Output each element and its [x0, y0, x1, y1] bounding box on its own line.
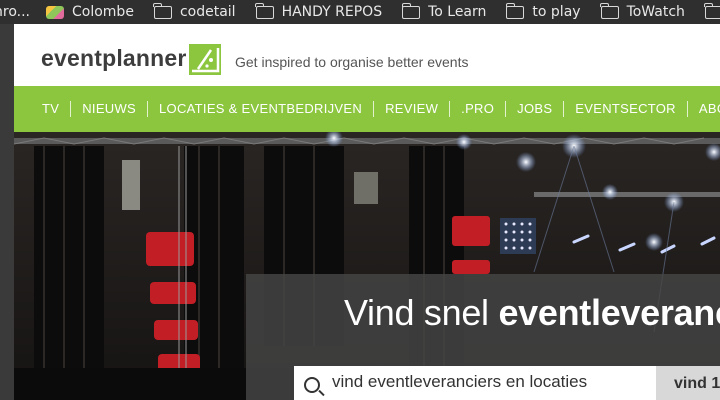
- bookmark-handy-repos[interactable]: HANDY REPOS: [255, 2, 383, 20]
- bookmark-0[interactable]: hro...: [0, 4, 30, 20]
- search-input[interactable]: [332, 372, 652, 392]
- search-box[interactable]: [294, 366, 656, 400]
- nav-eventsector[interactable]: EVENTSECTOR: [563, 101, 687, 117]
- search-panel: Vind snel eventleverancier vind 10: [246, 274, 720, 400]
- bookmark-colombe[interactable]: Colombe: [46, 4, 134, 20]
- bookmark-label: HANDY REPOS: [281, 4, 383, 20]
- search-icon: [304, 377, 320, 393]
- bookmark-se[interactable]: Se: [704, 2, 720, 20]
- tagline: Get inspired to organise better events: [235, 54, 469, 70]
- nav-nieuws[interactable]: NIEUWS: [70, 101, 147, 117]
- nav-pro[interactable]: .PRO: [449, 101, 505, 117]
- folder-icon: [401, 2, 421, 19]
- nav-abonnee[interactable]: ABONNEE: [686, 101, 720, 117]
- folder-icon: [255, 2, 274, 19]
- headline-regular: Vind snel: [344, 292, 499, 333]
- bookmarks-bar: hro... Colombe codetail HANDY REPOS To L…: [0, 0, 720, 24]
- bookmark-label: to play: [532, 4, 581, 20]
- page-edge: [0, 24, 14, 400]
- logo-mark-icon[interactable]: [189, 44, 221, 75]
- hero-headline: Vind snel eventleverancier: [344, 292, 720, 334]
- folder-icon: [704, 2, 720, 19]
- nav-locaties[interactable]: LOCATIES & EVENTBEDRIJVEN: [147, 101, 373, 117]
- folder-icon: [600, 2, 619, 19]
- site-logo[interactable]: eventplanner: [41, 45, 187, 72]
- bookmark-label: hro...: [0, 4, 30, 20]
- bookmark-codetail[interactable]: codetail: [153, 2, 236, 20]
- bookmark-label: codetail: [179, 4, 236, 20]
- folder-icon: [505, 2, 525, 19]
- app-icon: [46, 5, 64, 19]
- search-button[interactable]: vind 10: [656, 366, 720, 400]
- hero: Vind snel eventleverancier vind 10: [14, 132, 720, 400]
- bookmark-label: Colombe: [72, 4, 134, 20]
- site-header: eventplanner Get inspired to organise be…: [14, 24, 720, 86]
- nav-tv[interactable]: TV: [42, 101, 70, 117]
- nav-review[interactable]: REVIEW: [373, 101, 449, 117]
- bookmark-to-learn[interactable]: To Learn: [401, 2, 487, 20]
- bookmark-label: To Learn: [428, 4, 487, 20]
- main-nav: TV NIEUWS LOCATIES & EVENTBEDRIJVEN REVI…: [14, 86, 720, 132]
- nav-jobs[interactable]: JOBS: [505, 101, 563, 117]
- bookmark-to-play[interactable]: to play: [505, 2, 581, 20]
- bookmark-towatch[interactable]: ToWatch: [600, 2, 685, 20]
- bookmark-label: ToWatch: [626, 4, 685, 20]
- headline-bold: eventleverancier: [498, 292, 720, 333]
- folder-icon: [153, 2, 172, 19]
